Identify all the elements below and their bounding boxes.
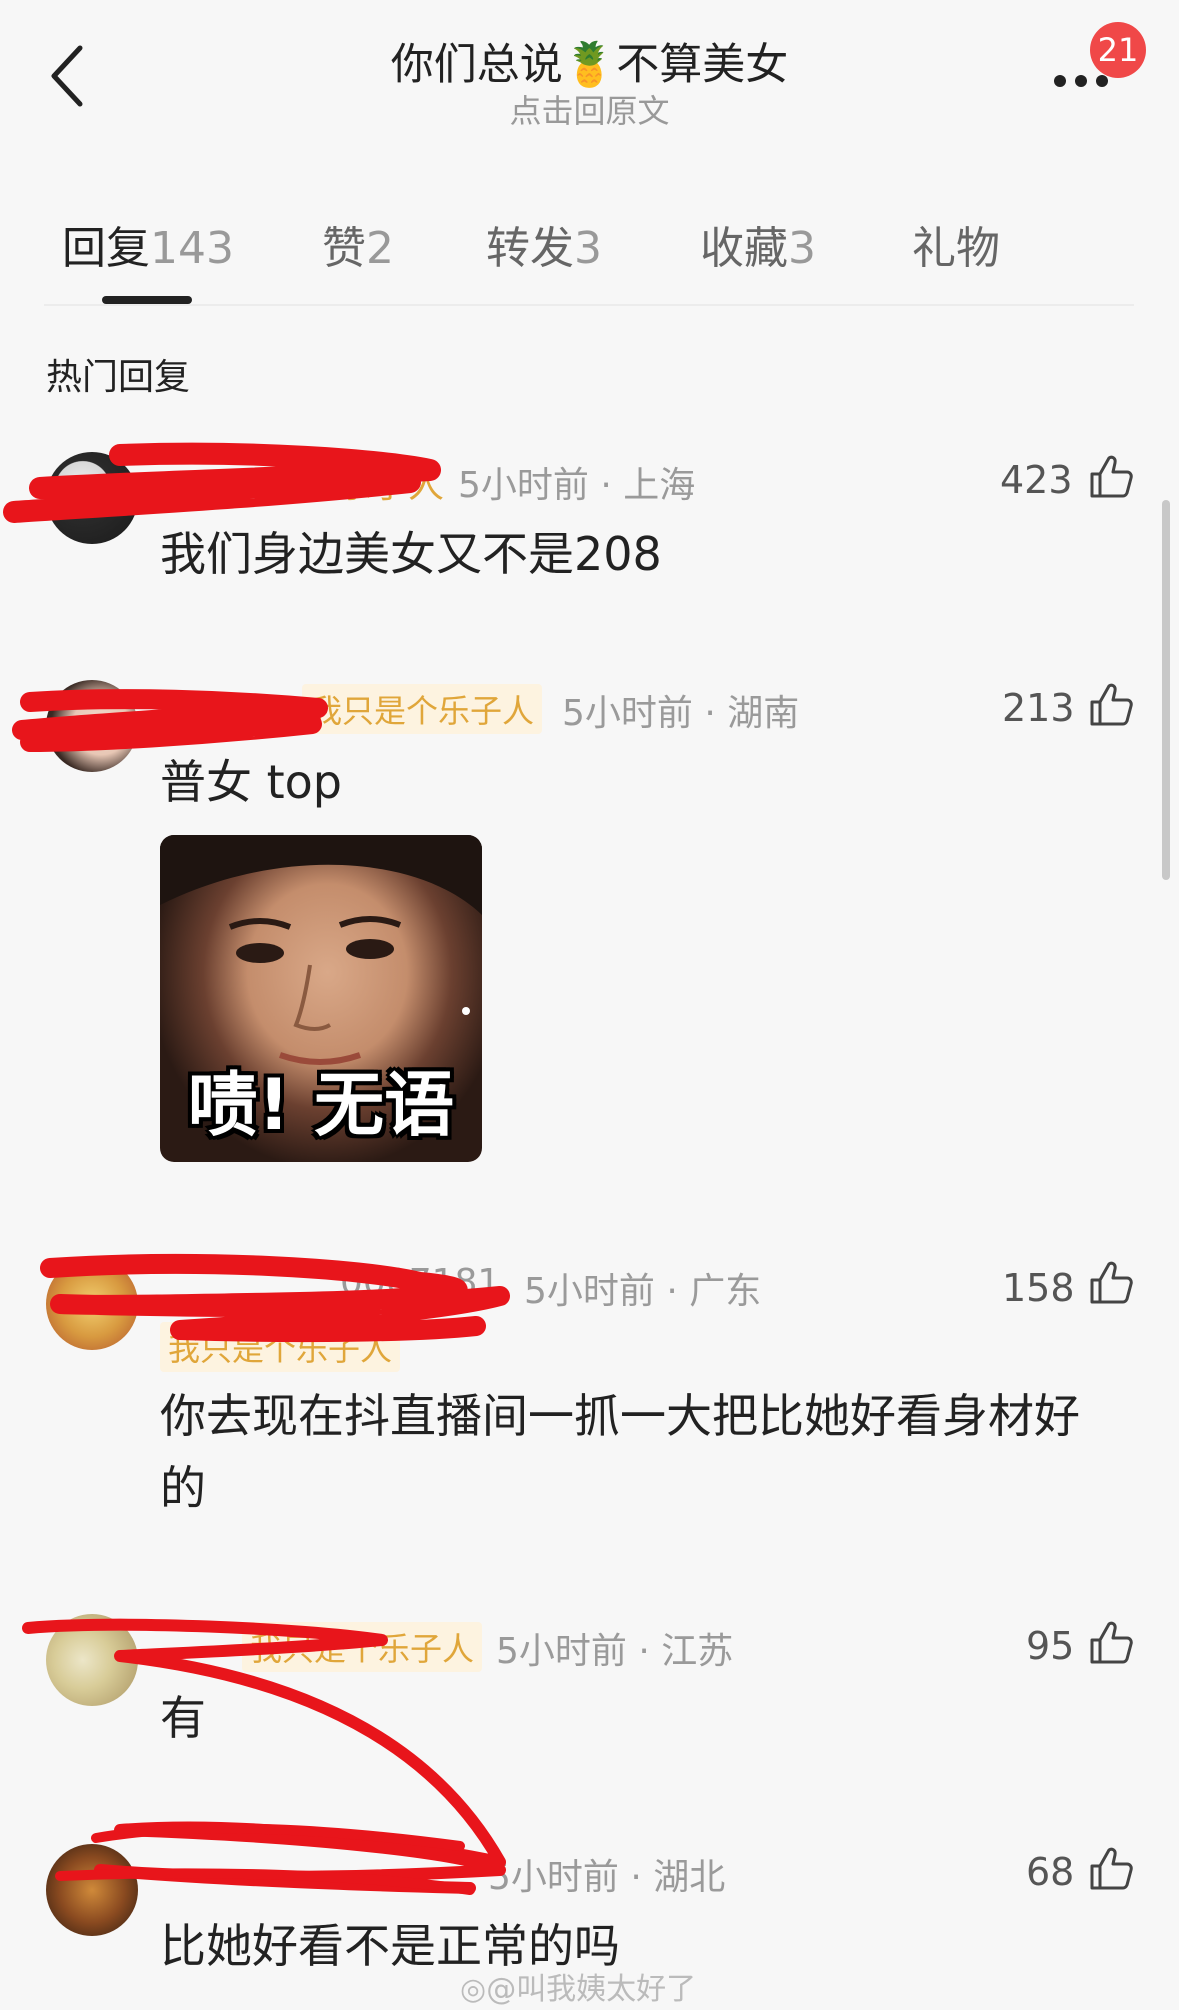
comment-text: 我们身边美女又不是208: [160, 527, 662, 581]
comment-meta: 5小时前 · 湖北: [488, 1857, 726, 1898]
tab-label: 赞: [322, 223, 366, 274]
tab-count: 3: [574, 223, 602, 274]
like-count: 213: [1002, 686, 1075, 730]
comment-meta: 5小时前 · 上海: [458, 465, 696, 506]
tab-count: 3: [788, 223, 816, 274]
comment-text-line1: 你去现在抖直播间一抓一大把比她好看身材好: [160, 1389, 1080, 1443]
tab-label: 转发: [486, 223, 574, 274]
tab-label: 收藏: [700, 223, 788, 274]
avatar[interactable]: [46, 452, 138, 544]
comment-text: 有: [160, 1691, 206, 1745]
avatar[interactable]: [46, 680, 138, 772]
username[interactable]: 个乐子人: [300, 456, 444, 508]
tab-label: 回复: [62, 223, 150, 274]
divider: [44, 304, 1134, 306]
avatar[interactable]: [46, 1844, 138, 1936]
tab-label: 礼物: [912, 223, 1000, 274]
active-tab-indicator: [102, 296, 192, 304]
thumbs-up-icon[interactable]: [1086, 1618, 1136, 1668]
comment-meta: 5小时前 · 广东: [524, 1271, 762, 1312]
like-count: 95: [1026, 1624, 1075, 1668]
watermark-text: @叫我姨太好了: [486, 1972, 697, 2007]
thumbs-up-icon[interactable]: [1086, 452, 1136, 502]
user-tag: 我只是个乐子人: [302, 684, 543, 734]
avatar[interactable]: [46, 1258, 138, 1350]
user-tag: 我只是个乐子人: [160, 1322, 401, 1372]
section-title: 热门回复: [46, 357, 191, 398]
pineapple-emoji-icon: 🍍: [562, 40, 617, 90]
view-original-link[interactable]: 点击回原文: [0, 86, 1179, 132]
sticker-caption: 啧! 无语: [187, 1064, 455, 1146]
sticker-image[interactable]: 啧! 无语: [160, 835, 482, 1162]
tab-count: 143: [150, 223, 234, 274]
like-count: 423: [1000, 458, 1073, 502]
avatar[interactable]: [46, 1614, 138, 1706]
weibo-icon: ◎: [460, 1972, 487, 2007]
thumbs-up-icon[interactable]: [1086, 1258, 1136, 1308]
like-count: 68: [1026, 1850, 1075, 1894]
thumbs-up-icon[interactable]: [1086, 680, 1136, 730]
title-part2: 不算美女: [616, 40, 789, 90]
username[interactable]: 0007181: [340, 1262, 500, 1303]
comment-meta: 5小时前 · 江苏: [496, 1631, 734, 1672]
page-title[interactable]: 你们总说🍍不算美女: [0, 30, 1179, 92]
like-count: 158: [1002, 1266, 1075, 1310]
tab-replies[interactable]: 回复143: [62, 212, 234, 276]
watermark: ◎@叫我姨太好了: [460, 1964, 696, 2008]
tab-favorites[interactable]: 收藏3: [700, 212, 816, 276]
scrollbar[interactable]: [1162, 500, 1170, 880]
notification-badge: 21: [1090, 22, 1146, 78]
comment-meta: 5小时前 · 湖南: [562, 693, 800, 734]
tab-likes[interactable]: 赞2: [322, 212, 394, 276]
comment-text-line2: 的: [160, 1461, 206, 1515]
tab-count: 2: [366, 223, 394, 274]
tab-gifts[interactable]: 礼物: [912, 212, 1000, 276]
user-tag: 我只是个乐子人: [242, 1622, 483, 1672]
title-part1: 你们总说: [390, 40, 563, 90]
tab-reposts[interactable]: 转发3: [486, 212, 602, 276]
thumbs-up-icon[interactable]: [1086, 1844, 1136, 1894]
comment-text: 普女 top: [160, 755, 343, 809]
